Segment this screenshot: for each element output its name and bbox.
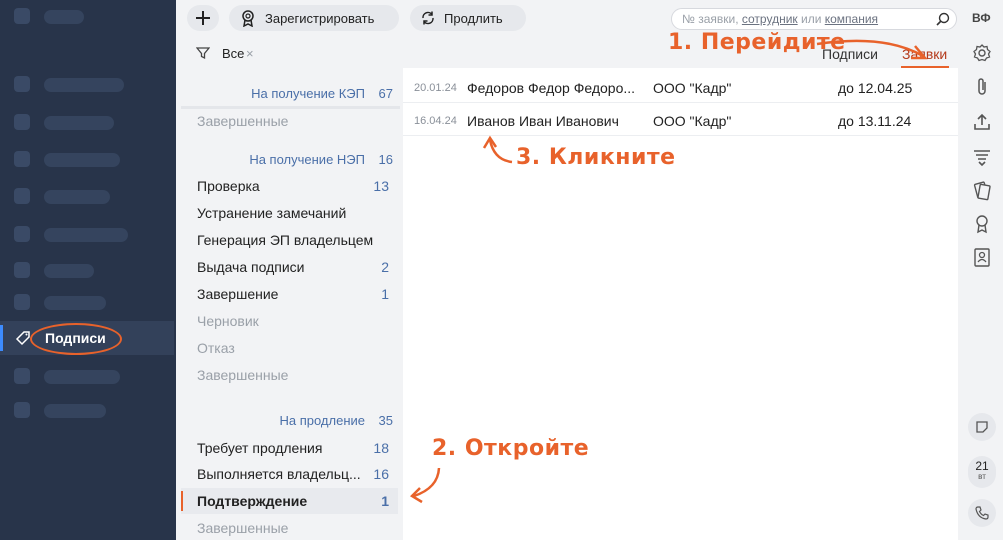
request-company: ООО "Кадр" (653, 113, 732, 129)
refresh-icon (422, 11, 434, 25)
renew-label: Продлить (444, 10, 503, 26)
document-user-icon[interactable] (971, 246, 993, 268)
filter-icon[interactable] (196, 46, 210, 60)
register-button[interactable]: Зарегистрировать (229, 5, 399, 31)
nav-item[interactable] (44, 370, 120, 384)
nav-item[interactable] (44, 228, 128, 242)
calendar-day: 21 (975, 459, 989, 473)
category-header-nep[interactable]: На получение НЭП 16 (181, 152, 393, 167)
request-owner: Иванов Иван Иванович (467, 113, 619, 129)
nav-item-icon[interactable] (14, 294, 30, 310)
request-company: ООО "Кадр" (653, 80, 732, 96)
nav-item[interactable] (44, 153, 120, 167)
nav-item-icon[interactable] (14, 226, 30, 242)
annotation-step2: 2. Откройте (432, 436, 590, 461)
category-item[interactable]: Выдача подписи (197, 259, 304, 275)
nav-item-icon[interactable] (14, 188, 30, 204)
request-valid-until: до 13.11.24 (838, 113, 912, 129)
upload-icon[interactable] (971, 111, 993, 133)
annotation-arrow-step1 (816, 39, 928, 60)
gear-icon[interactable] (971, 42, 993, 64)
cards-icon[interactable] (971, 180, 993, 202)
calendar-button[interactable]: 21 вт (968, 456, 996, 488)
category-item[interactable]: Устранение замечаний (197, 205, 346, 221)
nav-item[interactable] (44, 296, 106, 310)
filter-clear-icon[interactable]: × (246, 46, 254, 61)
annotation-arrow-step2 (409, 467, 441, 504)
notes-button[interactable] (968, 413, 996, 441)
nav-blurred-items (0, 0, 176, 320)
annotation-arrow-step3 (482, 135, 513, 164)
category-item[interactable]: Завершенные (197, 520, 288, 536)
nav-item-icon[interactable] (14, 368, 30, 384)
search-company-link[interactable]: компания (825, 12, 878, 26)
category-item[interactable]: Генерация ЭП владельцем (197, 232, 373, 248)
table-row[interactable]: 16.04.24 Иванов Иван Иванович ООО "Кадр"… (403, 103, 958, 136)
category-item[interactable]: Завершенные (197, 113, 288, 129)
plus-icon (196, 11, 210, 25)
category-item[interactable]: Требует продления (197, 440, 322, 456)
add-button[interactable] (187, 5, 219, 31)
category-count: 18 (373, 440, 389, 456)
nav-item[interactable] (44, 78, 124, 92)
phone-icon (975, 506, 989, 520)
category-header-renewal[interactable]: На продление 35 (181, 413, 393, 428)
category-count: 2 (381, 259, 389, 275)
selected-indicator (181, 491, 183, 511)
nav-blurred-items-lower (0, 360, 176, 420)
active-indicator (0, 325, 3, 351)
request-date: 16.04.24 (414, 115, 457, 127)
category-item[interactable]: Черновик (197, 313, 259, 329)
table-row[interactable]: 20.01.24 Федоров Федор Федоро... ООО "Ка… (403, 70, 958, 103)
nav-item[interactable] (44, 116, 114, 130)
note-icon (976, 421, 988, 433)
filter-list-icon[interactable] (971, 146, 993, 168)
renew-button[interactable]: Продлить (410, 5, 526, 31)
request-valid-until: до 12.04.25 (838, 80, 913, 96)
category-item[interactable]: Выполняется владельц... (197, 466, 361, 482)
category-count: 1 (381, 493, 389, 509)
category-item[interactable]: Проверка (197, 178, 260, 194)
category-header-kep[interactable]: На получение КЭП 67 (181, 86, 393, 101)
nav-item[interactable] (44, 190, 110, 204)
certificate-icon (242, 10, 254, 27)
nav-item-icon[interactable] (14, 402, 30, 418)
nav-item-icon[interactable] (14, 114, 30, 130)
paperclip-icon[interactable] (971, 76, 993, 98)
nav-item-icon[interactable] (14, 76, 30, 92)
category-divider (181, 106, 400, 109)
user-avatar[interactable]: ВФ (972, 11, 991, 25)
calendar-weekday: вт (978, 472, 986, 481)
category-item[interactable]: Отказ (197, 340, 235, 356)
highlight-ellipse (30, 323, 122, 355)
category-count: 13 (373, 178, 389, 194)
category-item-confirmation[interactable]: Подтверждение (197, 493, 307, 509)
nav-item[interactable] (44, 264, 94, 278)
nav-item-icon[interactable] (14, 151, 30, 167)
search-icon[interactable] (936, 12, 950, 26)
search-employee-link[interactable]: сотрудник (742, 12, 798, 26)
phone-button[interactable] (968, 499, 996, 527)
nav-item[interactable] (44, 404, 106, 418)
annotation-step3: 3. Кликните (516, 145, 676, 170)
nav-item-icon[interactable] (14, 262, 30, 278)
sidebar-item-signatures[interactable]: Подписи (0, 321, 174, 355)
category-count: 1 (381, 286, 389, 302)
request-date: 20.01.24 (414, 82, 457, 94)
filter-label[interactable]: Все (222, 46, 244, 61)
nav-logo-icon (14, 8, 30, 24)
search-input[interactable]: № заявки, сотрудник или компания (671, 8, 957, 30)
certificate-icon[interactable] (971, 213, 993, 235)
category-item[interactable]: Завершение (197, 286, 278, 302)
nav-logo-text (44, 10, 84, 24)
category-item[interactable]: Завершенные (197, 367, 288, 383)
search-placeholder: № заявки, сотрудник или компания (682, 12, 879, 26)
register-label: Зарегистрировать (265, 10, 375, 26)
left-navigation: Подписи (0, 0, 176, 540)
category-count: 16 (373, 466, 389, 482)
request-owner: Федоров Федор Федоро... (467, 80, 636, 96)
